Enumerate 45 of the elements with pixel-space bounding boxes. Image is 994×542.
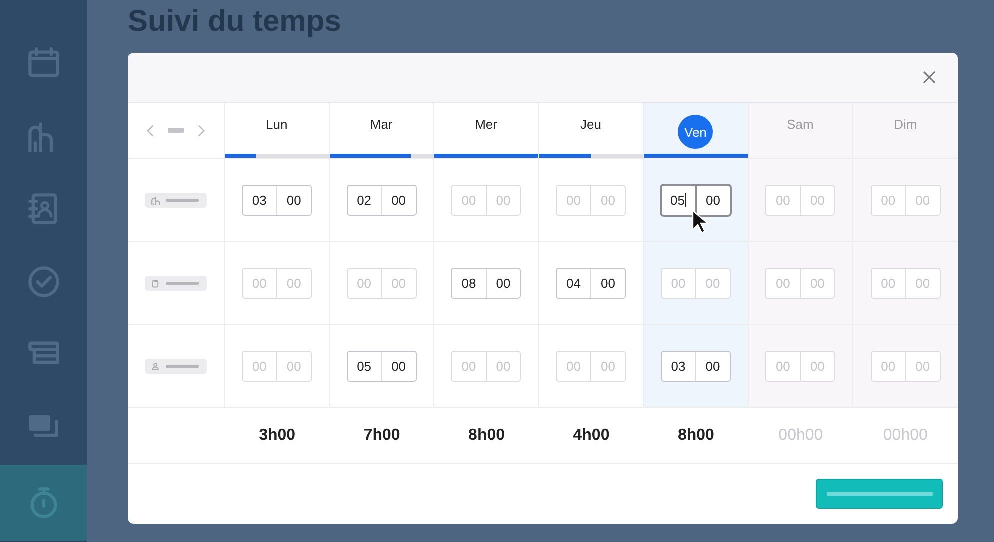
day-label[interactable]: Sam: [787, 107, 814, 141]
day-total: 7h00: [364, 426, 400, 444]
day-total: 4h00: [573, 426, 610, 444]
time-input[interactable]: 05 00: [346, 350, 417, 382]
address-book-icon[interactable]: [26, 192, 60, 226]
time-input[interactable]: 00 00: [451, 350, 522, 382]
time-input[interactable]: 04 00: [556, 268, 626, 298]
sidebar-item[interactable]: [0, 465, 87, 541]
time-input[interactable]: 00 00: [346, 268, 417, 298]
time-input[interactable]: 00 00: [870, 268, 941, 298]
time-input[interactable]: 00 00: [765, 268, 836, 298]
person-icon: [151, 362, 160, 370]
day-label[interactable]: Mar: [370, 107, 393, 141]
time-input[interactable]: 00 00: [556, 184, 626, 216]
day-label[interactable]: Jeu: [580, 107, 602, 141]
buildings-icon: [151, 196, 160, 204]
time-input[interactable]: 00 00: [765, 184, 836, 216]
time-input[interactable]: 00 00: [242, 268, 312, 298]
day-label[interactable]: Lun: [266, 107, 288, 141]
day-label[interactable]: Dim: [894, 107, 918, 141]
mouse-cursor-icon: [692, 210, 708, 234]
chevron-right-icon[interactable]: [198, 124, 205, 136]
time-input[interactable]: 00 00: [660, 268, 731, 298]
chevron-left-icon[interactable]: [147, 124, 154, 136]
clipboard-icon: [151, 278, 160, 288]
time-input[interactable]: 03 00: [660, 350, 731, 382]
day-label[interactable]: Mer: [475, 107, 498, 141]
close-button[interactable]: [921, 69, 938, 86]
time-input[interactable]: 00 00: [870, 350, 941, 382]
day-total: 8h00: [678, 426, 714, 444]
time-input[interactable]: 00 00: [451, 184, 522, 216]
time-input[interactable]: 05 00: [660, 184, 732, 216]
time-input[interactable]: 00 00: [870, 184, 941, 216]
time-input[interactable]: 00 00: [556, 350, 626, 382]
time-input[interactable]: 02 00: [346, 184, 417, 216]
time-input[interactable]: 03 00: [242, 184, 312, 216]
time-input[interactable]: 00 00: [242, 350, 312, 382]
day-total: 8h00: [468, 426, 506, 444]
confirm-button[interactable]: [816, 479, 943, 509]
day-label[interactable]: Ven: [678, 115, 714, 149]
day-total: 3h00: [259, 426, 296, 444]
time-input[interactable]: 00 00: [765, 350, 836, 382]
time-input[interactable]: 08 00: [451, 268, 522, 298]
week-label-placeholder: [168, 128, 184, 133]
check-circle-icon[interactable]: [26, 264, 60, 299]
